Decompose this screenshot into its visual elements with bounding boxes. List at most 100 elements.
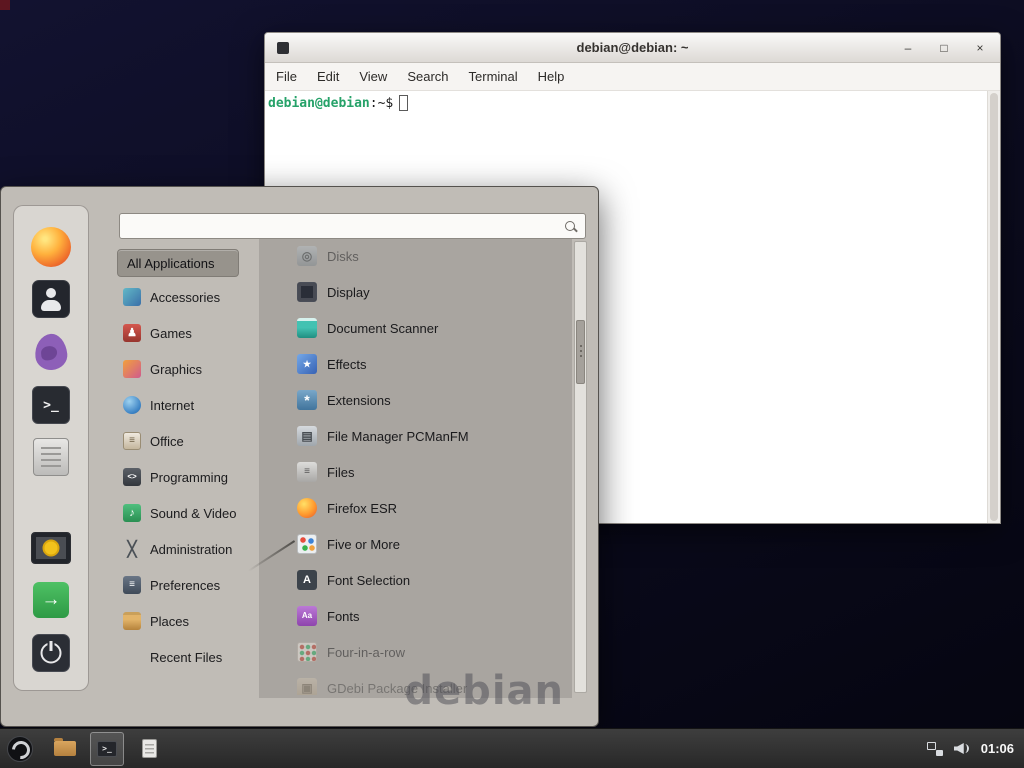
menu-item-terminal[interactable]: Terminal	[469, 69, 518, 84]
files-icon: ≡	[297, 462, 317, 482]
shutdown-icon	[32, 634, 70, 672]
logout-icon	[33, 582, 69, 618]
prompt-path: :~$	[370, 96, 393, 111]
contacts-icon	[32, 280, 70, 318]
firefox-icon	[31, 227, 71, 267]
places-folder-icon	[123, 612, 141, 630]
category-list: All Applications Accessories ♟Games Grap…	[117, 249, 251, 675]
maximize-button[interactable]: □	[936, 40, 952, 56]
system-tray: 01:06	[927, 741, 1024, 756]
menu-item-file[interactable]: File	[276, 69, 297, 84]
category-games[interactable]: ♟Games	[117, 315, 251, 351]
favorite-pidgin-button[interactable]	[28, 329, 74, 375]
app-item-effects[interactable]: ★Effects	[265, 346, 571, 382]
category-graphics[interactable]: Graphics	[117, 351, 251, 387]
sound-video-icon: ♪	[123, 504, 141, 522]
shutdown-button[interactable]	[28, 630, 74, 676]
category-administration[interactable]: ╳Administration	[117, 531, 251, 567]
apps-scrollbar[interactable]	[574, 241, 587, 693]
preferences-icon: ≡	[123, 576, 141, 594]
application-menu: All Applications Accessories ♟Games Grap…	[0, 186, 599, 727]
volume-icon[interactable]	[954, 742, 970, 755]
network-icon[interactable]	[927, 742, 943, 756]
terminal-cursor	[399, 95, 408, 111]
clock[interactable]: 01:06	[981, 741, 1014, 756]
apps-scrollbar-thumb[interactable]	[576, 320, 585, 384]
app-item-font-selection[interactable]: AFont Selection	[265, 562, 571, 598]
graphics-icon	[123, 360, 141, 378]
app-item-extensions[interactable]: *Extensions	[265, 382, 571, 418]
category-programming[interactable]: <>Programming	[117, 459, 251, 495]
terminal-title: debian@debian: ~	[265, 40, 1000, 55]
debian-swirl-icon	[7, 736, 33, 762]
terminal-scrollbar[interactable]	[987, 91, 1000, 523]
app-item-disks[interactable]: ◎Disks	[265, 239, 571, 274]
pidgin-icon	[33, 332, 69, 371]
favorite-file-manager-button[interactable]	[28, 434, 74, 480]
menu-item-search[interactable]: Search	[407, 69, 448, 84]
app-item-fonts[interactable]: AaFonts	[265, 598, 571, 634]
minimize-button[interactable]: –	[900, 40, 916, 56]
display-icon	[297, 282, 317, 302]
menu-item-view[interactable]: View	[359, 69, 387, 84]
files-launcher[interactable]	[132, 732, 166, 766]
app-item-firefox-esr[interactable]: Firefox ESR	[265, 490, 571, 526]
firefox-icon	[297, 498, 317, 518]
favorites-panel	[13, 205, 89, 691]
terminal-scrollbar-thumb[interactable]	[990, 93, 998, 521]
app-item-five-or-more[interactable]: Five or More	[265, 526, 571, 562]
favorite-terminal-button[interactable]	[28, 382, 74, 428]
app-item-file-manager-pcmanfm[interactable]: ▤File Manager PCManFM	[265, 418, 571, 454]
lock-screen-icon	[31, 532, 71, 564]
window-controls: – □ ×	[900, 33, 988, 63]
search-input[interactable]	[120, 214, 585, 238]
internet-globe-icon	[123, 396, 141, 414]
file-manager-launcher[interactable]	[48, 732, 82, 766]
app-item-display[interactable]: Display	[265, 274, 571, 310]
terminal-taskbar-button[interactable]	[90, 732, 124, 766]
favorite-firefox-button[interactable]	[28, 224, 74, 270]
app-item-files[interactable]: ≡Files	[265, 454, 571, 490]
category-sound-video[interactable]: ♪Sound & Video	[117, 495, 251, 531]
font-selection-icon: A	[297, 570, 317, 590]
terminal-icon	[97, 741, 117, 757]
menu-item-edit[interactable]: Edit	[317, 69, 339, 84]
search-icon	[564, 220, 578, 234]
disks-icon: ◎	[297, 246, 317, 266]
pcmanfm-icon: ▤	[297, 426, 317, 446]
category-label: All Applications	[127, 256, 214, 271]
extensions-icon: *	[297, 390, 317, 410]
games-icon: ♟	[123, 324, 141, 342]
category-office[interactable]: ≡Office	[117, 423, 251, 459]
search-box	[119, 213, 586, 239]
app-item-document-scanner[interactable]: Document Scanner	[265, 310, 571, 346]
administration-icon: ╳	[123, 540, 141, 558]
corner-artifact	[0, 0, 10, 10]
menu-button[interactable]	[0, 729, 40, 768]
close-button[interactable]: ×	[972, 40, 988, 56]
document-icon	[142, 739, 157, 758]
category-all-applications[interactable]: All Applications	[117, 249, 239, 277]
office-icon: ≡	[123, 432, 141, 450]
category-places[interactable]: Places	[117, 603, 251, 639]
prompt-line: debian@debian :~$	[268, 94, 408, 112]
four-in-a-row-icon	[297, 642, 317, 662]
fonts-icon: Aa	[297, 606, 317, 626]
category-accessories[interactable]: Accessories	[117, 279, 251, 315]
application-list: ◎Disks Display Document Scanner ★Effects…	[265, 239, 571, 695]
menu-item-help[interactable]: Help	[538, 69, 565, 84]
file-manager-icon	[33, 438, 69, 476]
favorite-contacts-button[interactable]	[28, 276, 74, 322]
app-item-four-in-a-row[interactable]: Four-in-a-row	[265, 634, 571, 670]
desktop: debian@debian: ~ – □ × File Edit View Se…	[0, 0, 1024, 768]
category-recent-files[interactable]: Recent Files	[117, 639, 251, 675]
accessories-icon	[123, 288, 141, 306]
category-internet[interactable]: Internet	[117, 387, 251, 423]
terminal-titlebar[interactable]: debian@debian: ~ – □ ×	[265, 33, 1000, 63]
wallpaper-watermark: debian	[404, 668, 564, 714]
five-or-more-icon	[297, 534, 317, 554]
category-preferences[interactable]: ≡Preferences	[117, 567, 251, 603]
lock-screen-button[interactable]	[28, 525, 74, 571]
document-scanner-icon	[297, 318, 317, 338]
logout-button[interactable]	[28, 577, 74, 623]
